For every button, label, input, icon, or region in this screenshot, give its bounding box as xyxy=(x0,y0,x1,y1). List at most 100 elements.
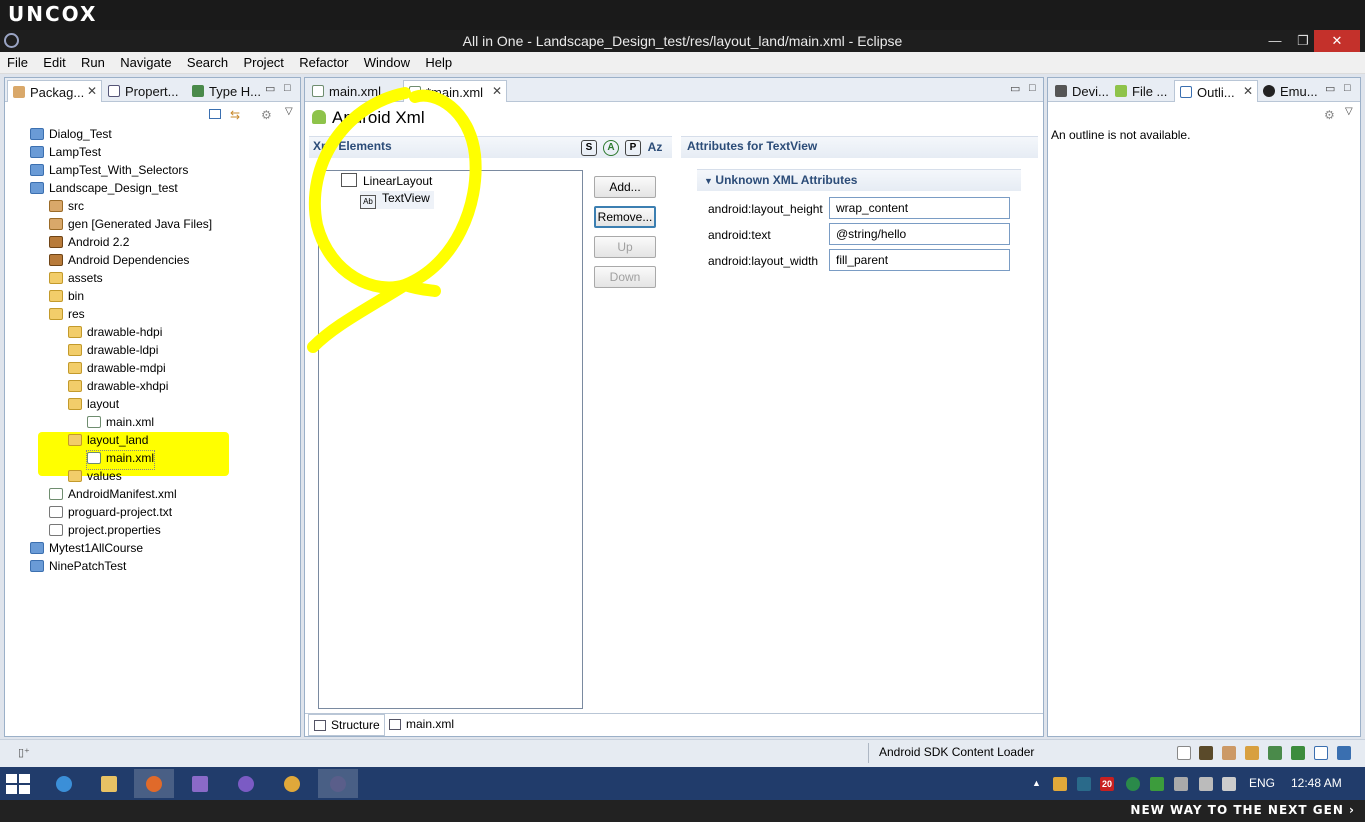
image-icon[interactable] xyxy=(1222,746,1236,760)
file-explorer-icon[interactable] xyxy=(89,769,129,798)
close-icon[interactable]: ✕ xyxy=(1243,84,1253,98)
tab-devices[interactable]: Devi... xyxy=(1050,80,1110,102)
menu-refactor[interactable]: Refactor xyxy=(292,52,353,70)
app-icon[interactable] xyxy=(272,769,312,798)
menu-file[interactable]: File xyxy=(0,52,33,70)
toolbox-icon[interactable] xyxy=(1199,746,1213,760)
menu-project[interactable]: Project xyxy=(236,52,288,70)
tree-item[interactable]: drawable-ldpi xyxy=(68,343,158,361)
eclipse-icon[interactable] xyxy=(318,769,358,798)
tab-emulator[interactable]: Emu... xyxy=(1258,80,1320,102)
check-icon[interactable] xyxy=(1314,746,1328,760)
clock[interactable]: 12:48 AM xyxy=(1291,776,1342,790)
add-button[interactable]: Add... xyxy=(594,176,656,198)
tree-item[interactable]: NinePatchTest xyxy=(30,559,126,577)
remove-button[interactable]: Remove... xyxy=(594,206,656,228)
chevron-down-icon[interactable]: ▽ xyxy=(285,106,293,117)
tree-item[interactable]: Mytest1AllCourse xyxy=(30,541,143,559)
tree-item[interactable]: Landscape_Design_test xyxy=(30,181,178,199)
up-button[interactable]: Up xyxy=(594,236,656,258)
tree-item[interactable]: src xyxy=(49,199,84,217)
menu-help[interactable]: Help xyxy=(418,52,457,70)
tab-outline[interactable]: Outli... ✕ xyxy=(1174,80,1258,102)
maximize-view-icon[interactable]: □ xyxy=(1344,82,1351,94)
tree-item[interactable]: bin xyxy=(49,289,84,307)
tray-app-icon[interactable] xyxy=(1053,777,1067,791)
sort-a-button[interactable]: A xyxy=(603,140,619,156)
tab-source[interactable]: main.xml xyxy=(384,714,458,736)
attr-value-input[interactable] xyxy=(829,197,1010,219)
tree-item[interactable]: LampTest_With_Selectors xyxy=(30,163,188,181)
tree-item[interactable]: Android Dependencies xyxy=(49,253,189,271)
tab-structure[interactable]: Structure xyxy=(308,714,385,736)
tree-item[interactable]: layout xyxy=(68,397,119,415)
tree-item[interactable]: LampTest xyxy=(30,145,101,163)
minimize-view-icon[interactable]: ▭ xyxy=(1325,82,1335,95)
tab-properties[interactable]: Propert... xyxy=(103,80,187,102)
attr-value-input[interactable] xyxy=(829,223,1010,245)
sort-s-button[interactable]: S xyxy=(581,140,597,156)
tree-item[interactable]: Dialog_Test xyxy=(30,127,112,145)
tree-item[interactable]: drawable-xhdpi xyxy=(68,379,168,397)
chevron-down-icon[interactable]: ▽ xyxy=(1345,106,1353,117)
show-hidden-icons-icon[interactable]: ▲ xyxy=(1032,778,1041,788)
tree-item[interactable]: assets xyxy=(49,271,103,289)
firefox-icon[interactable] xyxy=(134,769,174,798)
minimize-view-icon[interactable]: ▭ xyxy=(265,82,275,95)
menu-window[interactable]: Window xyxy=(357,52,415,70)
tree-item[interactable]: gen [Generated Java Files] xyxy=(49,217,212,235)
view-menu-gear-icon[interactable]: ⚙ xyxy=(261,108,272,122)
monitor-icon[interactable] xyxy=(1337,746,1351,760)
down-button[interactable]: Down xyxy=(594,266,656,288)
window-icon[interactable] xyxy=(1177,746,1191,760)
minimize-view-icon[interactable]: ▭ xyxy=(1010,82,1020,95)
fast-view-icon[interactable]: ▯⁺ xyxy=(18,746,30,759)
menu-search[interactable]: Search xyxy=(180,52,233,70)
unknown-attrs-title[interactable]: ▼ Unknown XML Attributes xyxy=(704,173,857,187)
tree-item[interactable]: drawable-mdpi xyxy=(68,361,166,379)
language-indicator[interactable]: ENG xyxy=(1249,776,1275,790)
tree-item[interactable]: res xyxy=(49,307,85,325)
tray-e-icon[interactable] xyxy=(1126,777,1140,791)
window-title: All in One - Landscape_Design_test/res/l… xyxy=(462,33,903,49)
link-editor-icon[interactable]: ⇆ xyxy=(230,108,240,122)
sort-az-button[interactable]: Az xyxy=(647,140,663,156)
close-icon[interactable]: ✕ xyxy=(492,84,502,98)
close-button[interactable]: ✕ xyxy=(1314,30,1360,52)
menu-edit[interactable]: Edit xyxy=(36,52,70,70)
tree-item[interactable]: Android 2.2 xyxy=(49,235,129,253)
tree-item[interactable]: main.xml xyxy=(87,415,154,433)
tree-item[interactable]: AndroidManifest.xml xyxy=(49,487,177,505)
collapse-all-icon[interactable] xyxy=(209,109,221,119)
bug-icon[interactable] xyxy=(1291,746,1305,760)
tree-item-selected[interactable]: main.xml xyxy=(85,450,156,470)
menu-navigate[interactable]: Navigate xyxy=(113,52,176,70)
wrench-icon[interactable] xyxy=(1245,746,1259,760)
battery-icon[interactable] xyxy=(1174,777,1188,791)
sort-p-button[interactable]: P xyxy=(625,140,641,156)
tray-badge-icon[interactable]: 20 xyxy=(1100,777,1114,791)
view-menu-gear-icon[interactable]: ⚙ xyxy=(1324,108,1335,122)
volume-icon[interactable] xyxy=(1222,777,1236,791)
internet-explorer-icon[interactable] xyxy=(44,769,84,798)
attr-value-input[interactable] xyxy=(829,249,1010,271)
tree-item[interactable]: values xyxy=(68,469,122,487)
tab-type-hierarchy[interactable]: Type H... xyxy=(187,80,263,102)
visual-studio-icon[interactable] xyxy=(180,769,220,798)
tray-tool-icon[interactable] xyxy=(1077,777,1091,791)
viber-icon[interactable] xyxy=(226,769,266,798)
menu-run[interactable]: Run xyxy=(74,52,110,70)
tree-item[interactable]: project.properties xyxy=(49,523,161,541)
maximize-view-icon[interactable]: □ xyxy=(284,82,291,94)
tree-item[interactable]: layout_land xyxy=(68,433,148,451)
tab-package-explorer[interactable]: Packag... ✕ xyxy=(7,80,102,102)
windows-start-icon[interactable] xyxy=(6,774,30,794)
tree-item[interactable]: drawable-hdpi xyxy=(68,325,162,343)
maximize-view-icon[interactable]: □ xyxy=(1029,82,1036,94)
close-icon[interactable]: ✕ xyxy=(87,84,97,98)
tab-file-explorer[interactable]: File ... xyxy=(1110,80,1174,102)
tray-shield-icon[interactable] xyxy=(1150,777,1164,791)
sdk-manager-icon[interactable] xyxy=(1268,746,1282,760)
tree-item[interactable]: proguard-project.txt xyxy=(49,505,172,523)
network-icon[interactable] xyxy=(1199,777,1213,791)
